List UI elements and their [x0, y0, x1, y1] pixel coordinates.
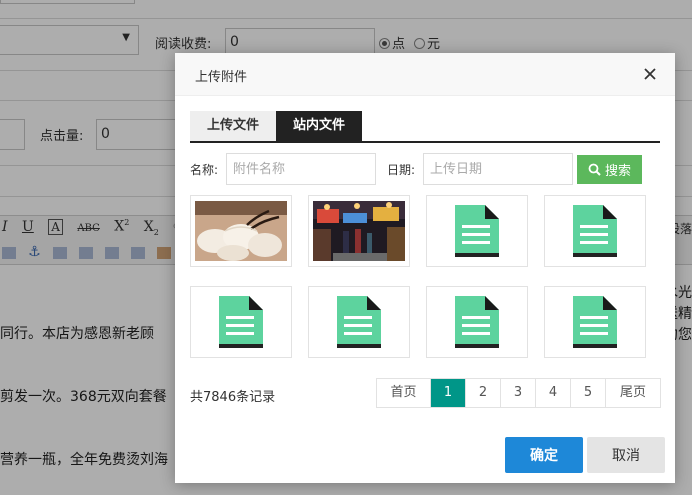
- close-icon[interactable]: [641, 65, 659, 83]
- document-icon: [337, 296, 381, 348]
- cancel-button[interactable]: 取消: [587, 437, 665, 473]
- file-item[interactable]: [426, 286, 528, 358]
- date-label: 日期:: [387, 163, 416, 177]
- confirm-button[interactable]: 确定: [505, 437, 583, 473]
- file-item[interactable]: [426, 195, 528, 267]
- name-search-input[interactable]: [226, 153, 376, 185]
- name-label: 名称:: [190, 163, 219, 177]
- document-icon: [455, 205, 499, 257]
- dialog-header: 上传附件: [175, 53, 675, 96]
- record-count: 共7846条记录: [190, 390, 276, 405]
- tab-upload-file[interactable]: 上传文件: [190, 111, 276, 141]
- page-number[interactable]: 4: [536, 379, 571, 407]
- file-item[interactable]: [190, 195, 292, 267]
- document-icon: [219, 296, 263, 348]
- pagination: 首页 1 2 3 4 5 尾页: [376, 378, 661, 408]
- dumplings-photo: [195, 201, 287, 261]
- document-icon: [573, 205, 617, 257]
- file-item[interactable]: [544, 195, 646, 267]
- file-source-tabs: 上传文件 站内文件: [190, 111, 660, 143]
- file-item[interactable]: [544, 286, 646, 358]
- dialog-title: 上传附件: [195, 70, 248, 85]
- date-search-input[interactable]: [423, 153, 573, 185]
- file-item[interactable]: [308, 195, 410, 267]
- page-number[interactable]: 3: [501, 379, 536, 407]
- tab-site-files[interactable]: 站内文件: [276, 111, 362, 141]
- search-icon: [588, 163, 601, 176]
- search-row: 名称: 日期: 搜索: [190, 153, 660, 185]
- page-number[interactable]: 1: [431, 379, 466, 407]
- page-first[interactable]: 首页: [377, 379, 431, 407]
- search-button[interactable]: 搜索: [577, 155, 642, 184]
- file-item[interactable]: [190, 286, 292, 358]
- document-icon: [455, 296, 499, 348]
- night-market-photo: [313, 201, 405, 261]
- document-icon: [573, 296, 617, 348]
- file-grid: [190, 195, 660, 358]
- page-last[interactable]: 尾页: [606, 379, 660, 407]
- file-item[interactable]: [308, 286, 410, 358]
- page-number[interactable]: 2: [466, 379, 501, 407]
- page-number[interactable]: 5: [571, 379, 606, 407]
- upload-attachment-dialog: 上传附件 上传文件 站内文件 名称: 日期: 搜索: [175, 53, 675, 483]
